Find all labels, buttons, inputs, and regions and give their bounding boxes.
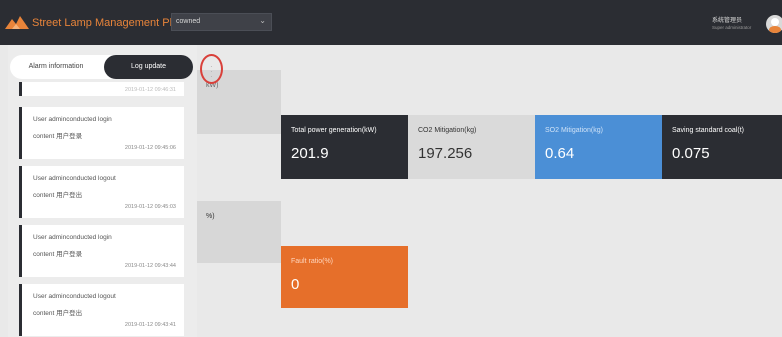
- logo-icon: [5, 16, 29, 29]
- stat-card-fault: Fault ratio(%) 0: [281, 246, 408, 308]
- stat-label: %): [206, 213, 215, 220]
- stat-label: Fault ratio(%): [291, 258, 334, 265]
- stat-label: kW): [206, 82, 219, 89]
- user-role: Super administrator: [712, 25, 752, 30]
- sidebar-tabbar: Alarm information Log update: [10, 55, 193, 79]
- stat-label: Saving standard coal(t): [672, 127, 744, 134]
- stat-value: 197.256: [418, 145, 473, 162]
- stat-value: 0: [291, 276, 300, 293]
- log-card[interactable]: User adminconducted logout content 用户登出 …: [19, 166, 184, 218]
- top-header: Street Lamp Management Platform cowned ⌄…: [0, 0, 782, 45]
- stat-label: Total power generation(kW): [291, 127, 377, 134]
- stat-card-co2: CO2 Mitigation(kg) 197.256: [408, 115, 535, 179]
- log-content: content 用户登录: [33, 251, 83, 258]
- log-timestamp: 2019-01-12 09:46:31: [124, 87, 176, 93]
- stat-card-so2: SO2 Mitigation(kg) 0.64: [535, 115, 662, 179]
- log-content: content 用户登录: [33, 133, 83, 140]
- log-timestamp: 2019-01-12 09:45:03: [124, 204, 176, 210]
- avatar[interactable]: [766, 15, 782, 33]
- log-title: User adminconducted logout: [33, 293, 116, 300]
- log-timestamp: 2019-01-12 09:45:06: [124, 145, 176, 151]
- stat-card-total-power: Total power generation(kW) 201.9: [281, 115, 408, 179]
- user-name[interactable]: 系统管理员: [712, 15, 742, 24]
- log-card-partial[interactable]: 2019-01-12 09:46:31: [19, 82, 184, 96]
- stat-value: 0.64: [545, 145, 575, 162]
- stat-label: CO2 Mitigation(kg): [418, 127, 477, 134]
- log-card[interactable]: User adminconducted login content 用户登录 2…: [19, 225, 184, 277]
- stat-label: SO2 Mitigation(kg): [545, 127, 603, 134]
- tab-alarm-information[interactable]: Alarm information: [10, 55, 102, 79]
- log-content: content 用户登出: [33, 310, 83, 317]
- stat-card-coal: Saving standard coal(t) 0.075: [662, 115, 782, 179]
- log-title: User adminconducted login: [33, 116, 112, 123]
- log-timestamp: 2019-01-12 09:43:41: [124, 322, 176, 328]
- chevron-down-icon: ⌄: [259, 16, 266, 25]
- log-card[interactable]: User adminconducted login content 用户登录 2…: [19, 107, 184, 159]
- log-content: content 用户登出: [33, 192, 83, 199]
- log-title: User adminconducted login: [33, 234, 112, 241]
- log-title: User adminconducted logout: [33, 175, 116, 182]
- city-select-value: cowned: [176, 18, 201, 25]
- log-timestamp: 2019-01-12 09:43:44: [124, 263, 176, 269]
- tab-log-update[interactable]: Log update: [104, 55, 193, 79]
- city-select[interactable]: cowned ⌄: [171, 13, 272, 31]
- vertical-ellipsis-icon: ·: [210, 72, 213, 81]
- stat-value: 0.075: [672, 145, 710, 162]
- stat-value: 201.9: [291, 145, 329, 162]
- more-options-button[interactable]: · · ·: [200, 54, 223, 84]
- stat-card-partial-2: %): [196, 201, 281, 263]
- log-card[interactable]: User adminconducted logout content 用户登出 …: [19, 284, 184, 336]
